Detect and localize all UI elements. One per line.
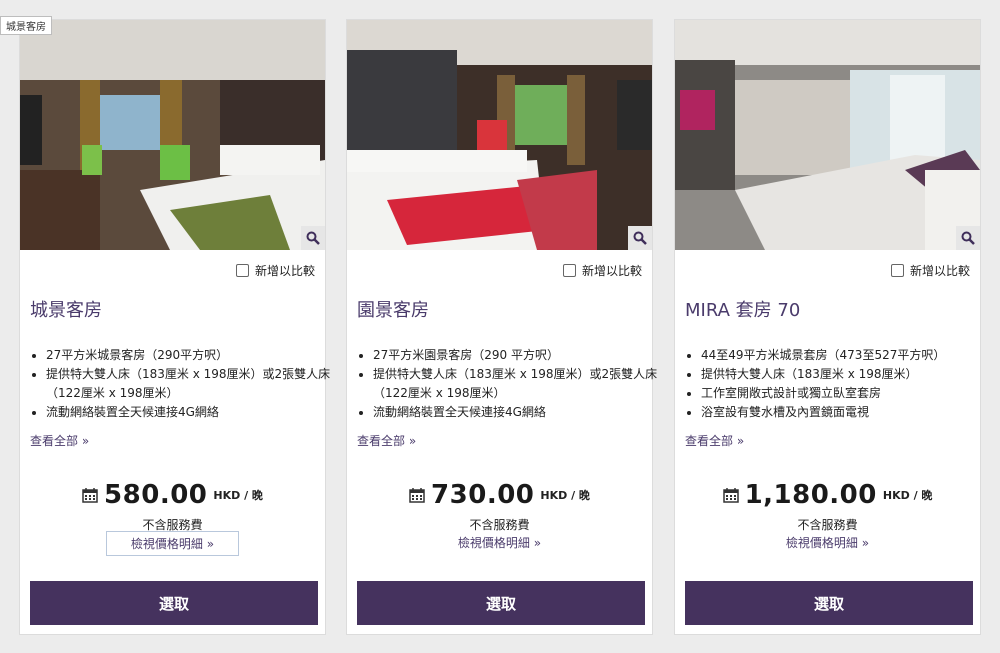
- view-all-link[interactable]: 查看全部 »: [357, 432, 416, 449]
- compare-checkbox[interactable]: 新增以比較: [890, 262, 970, 279]
- hover-tooltip: 城景客房: [0, 16, 52, 35]
- price-block: 730.00 HKD / 晚: [347, 480, 652, 510]
- room-card-city-view: 新增以比較 城景客房 27平方米城景客房（290平方呎） 提供特大雙人床（183…: [19, 19, 330, 635]
- room-photo[interactable]: [347, 20, 652, 250]
- feature-item: 提供特大雙人床（183厘米 x 198厘米）或2張雙人床（122厘米 x 198…: [373, 365, 663, 403]
- price-detail-label: 檢視價格明細 »: [785, 536, 870, 550]
- price-detail-link[interactable]: 檢視價格明細 »: [675, 534, 980, 551]
- room-photo[interactable]: [20, 20, 325, 250]
- room-photo[interactable]: [675, 20, 980, 250]
- feature-item: 27平方米城景客房（290平方呎）: [46, 346, 336, 365]
- price-amount: 580.00: [104, 480, 208, 510]
- service-charge-note: 不含服務費: [797, 518, 858, 532]
- feature-item: 27平方米園景客房（290 平方呎）: [373, 346, 663, 365]
- feature-item: 流動網絡裝置全天候連接4G網絡: [373, 403, 663, 422]
- checkbox-icon: [235, 264, 249, 277]
- calendar-icon: [82, 488, 98, 503]
- price-detail-link[interactable]: 檢視價格明細 »: [20, 531, 325, 556]
- select-button[interactable]: 選取: [685, 581, 973, 625]
- zoom-button[interactable]: [301, 226, 325, 250]
- compare-label: 新增以比較: [254, 264, 315, 278]
- room-card-garden-view: 新增以比較 園景客房 27平方米園景客房（290 平方呎） 提供特大雙人床（18…: [346, 19, 657, 635]
- price-amount: 1,180.00: [744, 480, 877, 510]
- view-all-link[interactable]: 查看全部 »: [30, 432, 89, 449]
- price-amount: 730.00: [431, 480, 535, 510]
- feature-item: 工作室開敞式設計或獨立臥室套房: [701, 384, 991, 403]
- feature-item: 流動網絡裝置全天候連接4G網絡: [46, 403, 336, 422]
- checkbox-icon: [562, 264, 576, 277]
- room-title: MIRA 套房 70: [685, 300, 801, 321]
- feature-item: 提供特大雙人床（183厘米 x 198厘米）或2張雙人床（122厘米 x 198…: [46, 365, 336, 403]
- price-detail-link[interactable]: 檢視價格明細 »: [347, 534, 652, 551]
- price-block: 580.00 HKD / 晚: [20, 480, 325, 510]
- room-card-mira-suite: 新增以比較 MIRA 套房 70 44至49平方米城景套房（473至527平方呎…: [674, 19, 981, 635]
- magnifier-icon: [633, 231, 647, 245]
- compare-label: 新增以比較: [581, 264, 642, 278]
- price-detail-label: 檢視價格明細 »: [105, 531, 240, 556]
- room-photo-image: [20, 20, 325, 250]
- checkbox-icon: [890, 264, 904, 277]
- select-button[interactable]: 選取: [30, 581, 318, 625]
- feature-item: 提供特大雙人床（183厘米 x 198厘米）: [701, 365, 991, 384]
- select-button[interactable]: 選取: [357, 581, 645, 625]
- price-unit: HKD / 晚: [540, 489, 590, 502]
- service-charge-note: 不含服務費: [469, 518, 530, 532]
- zoom-button[interactable]: [628, 226, 652, 250]
- compare-label: 新增以比較: [909, 264, 970, 278]
- zoom-button[interactable]: [956, 226, 980, 250]
- calendar-icon: [409, 488, 425, 503]
- view-all-link[interactable]: 查看全部 »: [685, 432, 744, 449]
- price-unit: HKD / 晚: [882, 489, 933, 502]
- feature-list: 27平方米城景客房（290平方呎） 提供特大雙人床（183厘米 x 198厘米）…: [30, 346, 336, 422]
- magnifier-icon: [306, 231, 320, 245]
- room-title: 園景客房: [357, 300, 429, 321]
- feature-item: 44至49平方米城景套房（473至527平方呎）: [701, 346, 991, 365]
- room-photo-image: [675, 20, 980, 250]
- compare-checkbox[interactable]: 新增以比較: [562, 262, 642, 279]
- room-title: 城景客房: [30, 300, 102, 321]
- calendar-icon: [722, 488, 739, 503]
- price-detail-label: 檢視價格明細 »: [457, 536, 542, 550]
- price-unit: HKD / 晚: [213, 489, 263, 502]
- price-block: 1,180.00 HKD / 晚: [675, 480, 980, 510]
- magnifier-icon: [961, 231, 975, 245]
- room-photo-image: [347, 20, 652, 250]
- compare-checkbox[interactable]: 新增以比較: [235, 262, 315, 279]
- feature-list: 44至49平方米城景套房（473至527平方呎） 提供特大雙人床（183厘米 x…: [685, 346, 991, 422]
- feature-item: 浴室設有雙水槽及內置鏡面電視: [701, 403, 991, 422]
- feature-list: 27平方米園景客房（290 平方呎） 提供特大雙人床（183厘米 x 198厘米…: [357, 346, 663, 422]
